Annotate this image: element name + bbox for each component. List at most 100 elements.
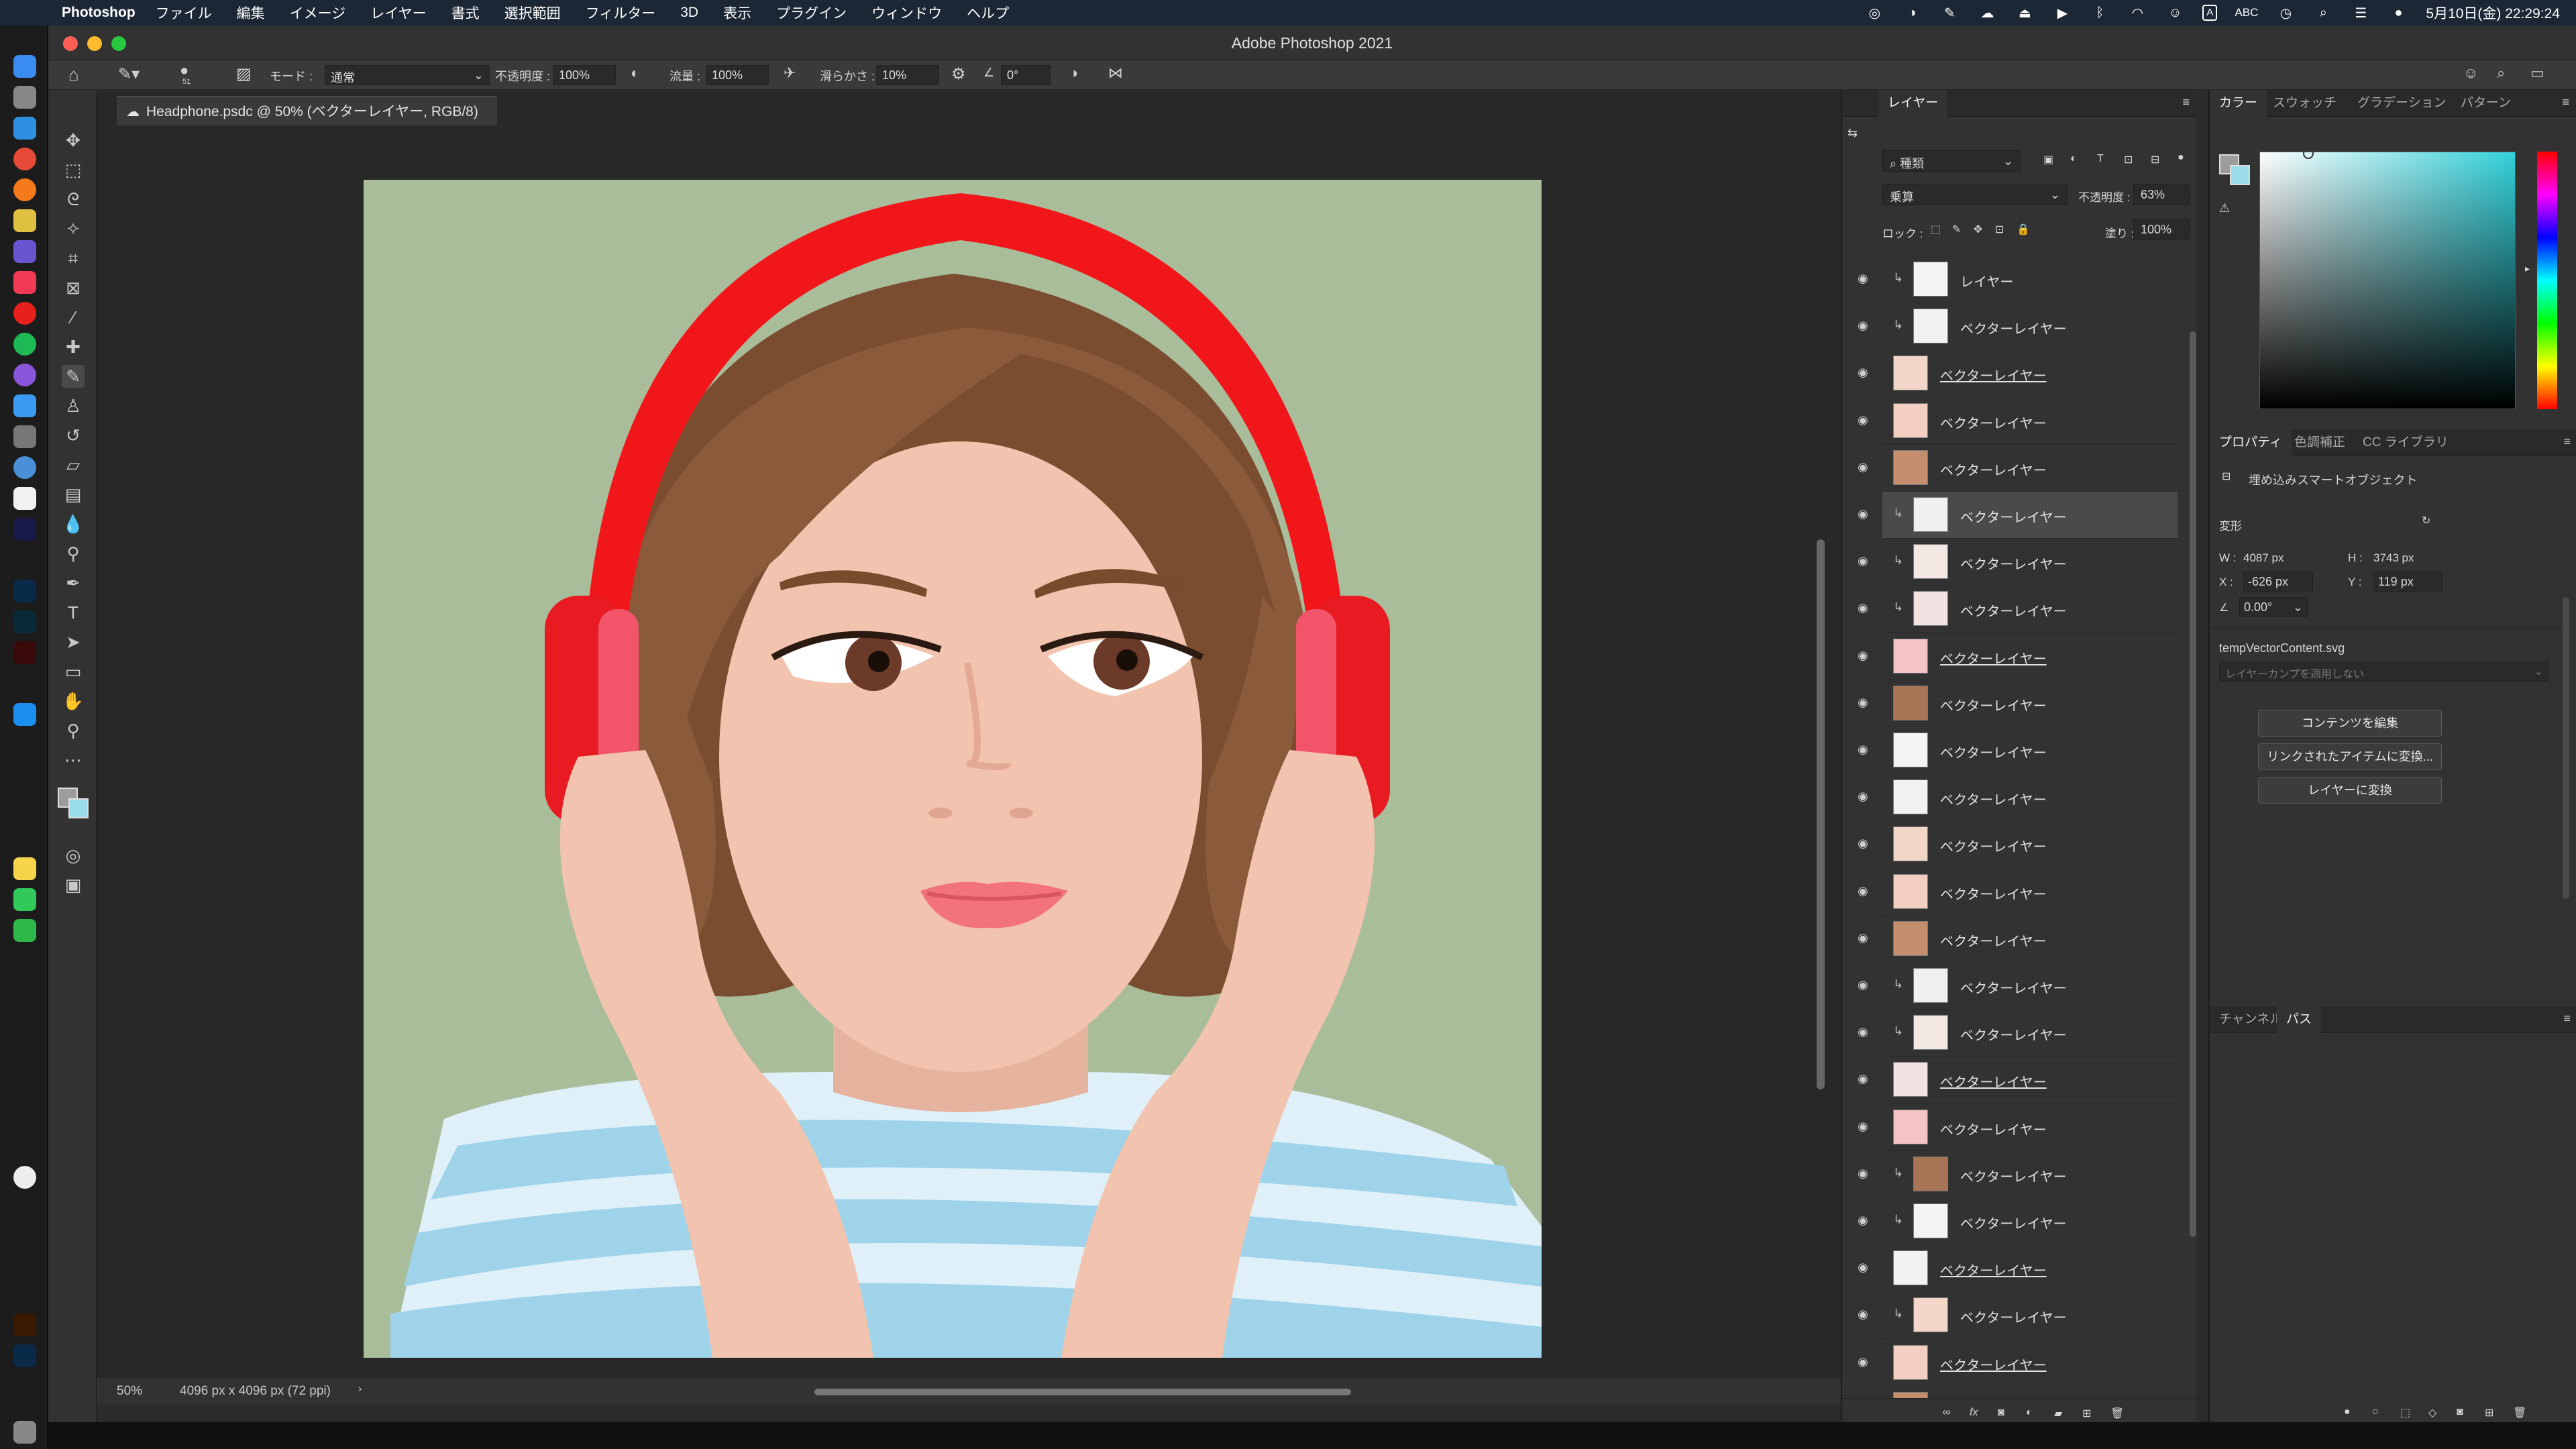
layer-thumbnail[interactable] — [1913, 262, 1948, 297]
search-icon[interactable]: ⌕ — [2313, 3, 2333, 23]
workspace-icon[interactable]: ▭ — [2530, 64, 2544, 82]
layer-opacity-field[interactable]: 63% — [2133, 184, 2190, 205]
layer-thumbnail[interactable] — [1893, 449, 1928, 485]
pen-tool-icon[interactable]: ✒ — [62, 572, 85, 594]
app-menu[interactable]: Photoshop — [62, 5, 136, 21]
layer-row[interactable]: ◉ ↳ ベクターレイヤー — [1858, 1198, 2178, 1245]
layer-name[interactable]: ベクターレイヤー — [1940, 1119, 2047, 1138]
visibility-eye-icon[interactable]: ◉ — [1856, 1308, 1870, 1320]
visibility-eye-icon[interactable]: ◉ — [1856, 837, 1870, 849]
layer-thumbnail[interactable] — [1893, 402, 1928, 438]
layer-row[interactable]: ◉ ベクターレイヤー — [1858, 445, 2178, 492]
eyedropper-tool-icon[interactable]: ⁄ — [62, 306, 85, 329]
layer-name[interactable]: ベクターレイヤー — [1960, 977, 2067, 997]
new-layer-icon[interactable]: ⊞ — [2082, 1407, 2091, 1420]
layer-row[interactable]: ◉ ベクターレイヤー — [1858, 727, 2178, 774]
visibility-eye-icon[interactable]: ◉ — [1856, 743, 1870, 755]
visibility-eye-icon[interactable]: ◉ — [1856, 272, 1870, 284]
screen-mode-icon[interactable]: ▣ — [62, 873, 85, 896]
layer-thumbnail[interactable] — [1893, 1250, 1928, 1286]
new-group-icon[interactable]: ▰ — [2054, 1407, 2062, 1420]
zoom-tool-icon[interactable]: ⚲ — [62, 719, 85, 742]
layer-name[interactable]: ベクターレイヤー — [1960, 553, 2067, 573]
layer-thumbnail[interactable] — [1893, 733, 1928, 767]
menu-view[interactable]: 表示 — [723, 3, 751, 23]
healing-brush-tool-icon[interactable]: ✚ — [62, 335, 85, 358]
history-brush-tool-icon[interactable]: ↺ — [62, 424, 85, 447]
visibility-eye-icon[interactable]: ◉ — [1856, 790, 1870, 802]
tab-paths[interactable]: パス — [2277, 1006, 2322, 1033]
layer-name[interactable]: ベクターレイヤー — [1940, 836, 2047, 855]
delete-layer-icon[interactable]: 🗑 — [2110, 1407, 2124, 1420]
layer-thumbnail[interactable] — [1893, 1109, 1928, 1144]
lock-all-icon[interactable]: 🔒 — [2017, 223, 2030, 236]
brush-size-icon[interactable]: ● — [180, 62, 189, 79]
lock-image-icon[interactable]: ✎ — [1952, 223, 1961, 236]
layer-name[interactable]: ベクターレイヤー — [1960, 506, 2067, 526]
layer-name[interactable]: ベクターレイヤー — [1940, 742, 2047, 761]
menu-filter[interactable]: フィルター — [586, 3, 656, 23]
load-selection-icon[interactable]: ⬚ — [2400, 1406, 2410, 1419]
music-icon[interactable] — [13, 271, 36, 294]
menu-select[interactable]: 選択範囲 — [504, 3, 561, 23]
layer-row[interactable]: ◉ ベクターレイヤー — [1858, 869, 2178, 916]
pressure-opacity-icon[interactable]: ◐ — [631, 64, 639, 82]
siri-icon[interactable]: ● — [2388, 3, 2408, 23]
marquee-tool-icon[interactable]: ⬚ — [62, 158, 85, 181]
acrobat-icon[interactable] — [13, 641, 36, 664]
panel-menu-icon[interactable]: ≡ — [2182, 95, 2190, 109]
color-picker-field[interactable] — [2259, 148, 2516, 409]
layer-thumbnail[interactable] — [1893, 1344, 1928, 1380]
blur-tool-icon[interactable]: 💧 — [62, 513, 85, 535]
horizontal-scrollbar[interactable] — [814, 1389, 1351, 1395]
layer-row[interactable]: ◉ ↳ ベクターレイヤー — [1858, 492, 2178, 539]
filter-smart-object-icon[interactable]: ⊟ — [2151, 153, 2159, 166]
layer-row[interactable]: ◉ ↳ ベクターレイヤー — [1858, 586, 2178, 633]
mail-icon[interactable] — [13, 394, 36, 417]
layer-row[interactable]: ◉ ベクターレイヤー — [1858, 1104, 2178, 1151]
canvas[interactable] — [364, 180, 1542, 1358]
brush-angle-field[interactable]: 0° — [1001, 65, 1051, 85]
search-icon-toolbar[interactable]: ⌕ — [2497, 64, 2505, 82]
eraser-tool-icon[interactable]: ▱ — [62, 453, 85, 476]
visibility-eye-icon[interactable]: ◉ — [1856, 1026, 1870, 1038]
brush-size-value[interactable]: 51 — [182, 78, 191, 86]
layer-name[interactable]: ベクターレイヤー — [1960, 1213, 2067, 1232]
menu-help[interactable]: ヘルプ — [967, 3, 1009, 23]
menu-window[interactable]: ウィンドウ — [871, 3, 942, 23]
add-mask-path-icon[interactable]: ◙ — [2457, 1406, 2463, 1418]
panel-menu-icon[interactable]: ≡ — [2563, 1012, 2571, 1026]
quick-mask-icon[interactable]: ◎ — [62, 844, 85, 867]
flow-field[interactable]: 100% — [706, 65, 769, 85]
visibility-eye-icon[interactable]: ◉ — [1856, 885, 1870, 897]
adjustment-layer-icon[interactable]: ◐ — [2026, 1407, 2033, 1419]
tab-adjustments[interactable]: 色調補正 — [2285, 429, 2355, 456]
type-tool-icon[interactable]: T — [62, 601, 85, 624]
lock-artboard-icon[interactable]: ⊡ — [1995, 223, 2004, 236]
convert-to-layers-button[interactable]: レイヤーに変換 — [2258, 777, 2442, 804]
layer-row[interactable]: ◉ ベクターレイヤー — [1858, 1340, 2178, 1387]
zoom-level[interactable]: 50% — [117, 1384, 142, 1399]
layer-row[interactable]: ◉ ↳ ベクターレイヤー — [1858, 539, 2178, 586]
lock-position-icon[interactable]: ✥ — [1974, 223, 1982, 236]
edit-toolbar-icon[interactable]: ⋯ — [62, 749, 85, 771]
brush-settings-icon[interactable]: ▨ — [236, 64, 252, 84]
tab-patterns[interactable]: パターン — [2451, 90, 2520, 117]
layer-row[interactable]: ◉ ベクターレイヤー — [1858, 350, 2178, 398]
wifi-icon[interactable]: ◠ — [2127, 3, 2147, 23]
layer-thumbnail[interactable] — [1893, 1062, 1928, 1097]
edit-contents-button[interactable]: コンテンツを編集 — [2258, 710, 2442, 737]
spotify-icon[interactable] — [13, 333, 36, 356]
visibility-eye-icon[interactable]: ◉ — [1856, 602, 1870, 614]
layer-name[interactable]: ベクターレイヤー — [1940, 1260, 2047, 1279]
panel-menu-icon[interactable]: ≡ — [2562, 95, 2569, 109]
layer-row[interactable]: ◉ ベクターレイヤー — [1858, 633, 2178, 680]
trash-icon[interactable] — [13, 1421, 36, 1444]
properties-scrollbar[interactable] — [2563, 597, 2569, 899]
input-source-icon[interactable]: A — [2202, 5, 2218, 21]
layer-name[interactable]: ベクターレイヤー — [1940, 930, 2047, 950]
eject-icon[interactable]: ⏏ — [2015, 3, 2035, 23]
tab-layers[interactable]: レイヤー — [1878, 90, 1948, 117]
tab-color[interactable]: カラー — [2210, 90, 2267, 117]
bluetooth-icon[interactable]: ᛒ — [2090, 3, 2110, 23]
